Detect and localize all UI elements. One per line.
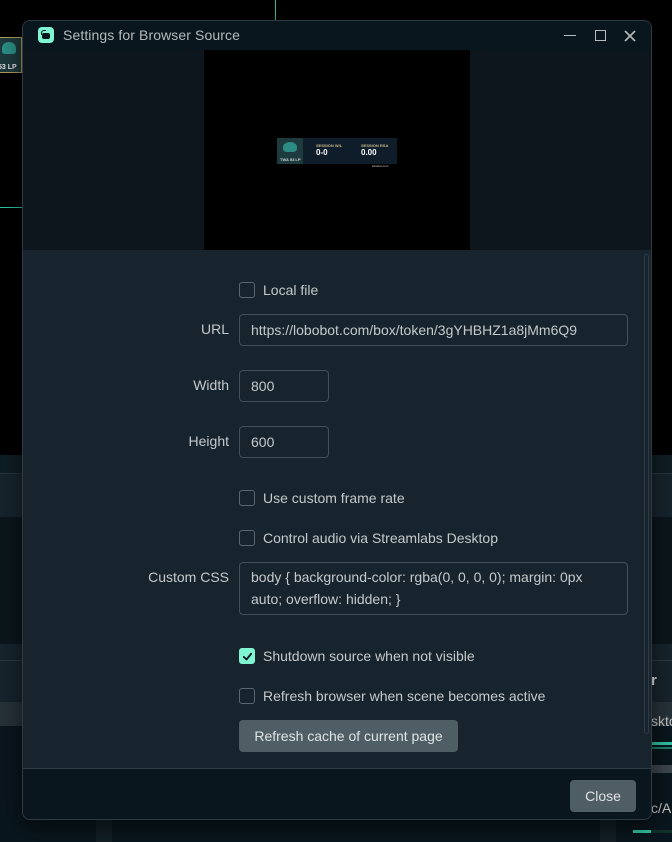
settings-form: Local file URL https://lobobot.com/box/t… <box>23 250 651 768</box>
background-mixer-item: c/Au <box>651 800 672 816</box>
close-window-button[interactable] <box>615 21 645 50</box>
background-column <box>96 820 112 842</box>
shutdown-source-checkbox[interactable] <box>239 648 255 664</box>
url-input[interactable]: https://lobobot.com/box/token/3gYHBHZ1a8… <box>239 314 628 346</box>
rank-badge-text: 53 LP <box>0 64 17 71</box>
preview-canvas: TWA 53 LP SESSION W/L 0-0 SESSION RSA 0.… <box>204 50 470 250</box>
local-file-row: Local file <box>239 282 318 298</box>
width-input[interactable]: 800 <box>239 370 329 402</box>
custom-css-textarea[interactable]: body { background-color: rgba(0, 0, 0, 0… <box>239 562 628 615</box>
widget-wl-value: 0-0 <box>316 148 328 157</box>
custom-frame-rate-checkbox[interactable] <box>239 490 255 506</box>
url-label: URL <box>200 321 229 337</box>
background-rank-badge: 53 LP <box>0 37 22 73</box>
minimize-icon <box>564 34 576 37</box>
background-audio-meter <box>633 830 651 833</box>
height-input[interactable]: 600 <box>239 426 329 458</box>
background-audio-meter <box>651 830 672 833</box>
minimize-button[interactable] <box>555 21 585 50</box>
dialog-footer: Close <box>23 768 651 819</box>
control-audio-label[interactable]: Control audio via Streamlabs Desktop <box>263 530 498 546</box>
maximize-icon <box>594 30 606 41</box>
source-preview: TWA 53 LP SESSION W/L 0-0 SESSION RSA 0.… <box>23 50 651 250</box>
background-audio-meter <box>651 747 672 749</box>
widget-logo: TWA 53 LP <box>277 138 303 164</box>
refresh-cache-button[interactable]: Refresh cache of current page <box>239 720 458 752</box>
rank-emblem-icon <box>283 142 297 152</box>
local-file-checkbox[interactable] <box>239 282 255 298</box>
widget-footer: lobobot.com <box>372 164 389 168</box>
background-audio-meter <box>651 742 672 745</box>
background-guide-line-horizontal <box>0 207 22 208</box>
height-label: Height <box>188 433 229 449</box>
refresh-browser-checkbox[interactable] <box>239 688 255 704</box>
streamlabs-app-icon <box>38 27 54 43</box>
close-icon <box>624 29 636 42</box>
title-bar[interactable]: Settings for Browser Source <box>23 21 651 50</box>
custom-css-label: Custom CSS <box>148 569 229 585</box>
scrollbar[interactable] <box>644 254 649 734</box>
local-file-label[interactable]: Local file <box>263 282 318 298</box>
custom-frame-rate-label[interactable]: Use custom frame rate <box>263 490 405 506</box>
dialog-title: Settings for Browser Source <box>63 27 240 43</box>
background-volume-slider <box>651 765 672 773</box>
rank-emblem-icon <box>2 42 16 54</box>
refresh-browser-row: Refresh browser when scene becomes activ… <box>239 688 545 704</box>
maximize-button[interactable] <box>585 21 615 50</box>
control-audio-row: Control audio via Streamlabs Desktop <box>239 530 498 546</box>
shutdown-source-label[interactable]: Shutdown source when not visible <box>263 648 475 664</box>
browser-source-settings-dialog: Settings for Browser Source TWA 53 LP SE… <box>22 20 652 820</box>
width-label: Width <box>193 377 229 393</box>
widget-logo-text: TWA 53 LP <box>280 157 301 162</box>
close-button[interactable]: Close <box>570 780 636 812</box>
shutdown-source-row: Shutdown source when not visible <box>239 648 475 664</box>
refresh-browser-label[interactable]: Refresh browser when scene becomes activ… <box>263 688 545 704</box>
background-guide-line-vertical <box>275 0 276 20</box>
stats-widget: TWA 53 LP SESSION W/L 0-0 SESSION RSA 0.… <box>277 138 397 168</box>
checkmark-icon <box>242 652 252 660</box>
widget-lp-value: 0.00 <box>361 148 377 157</box>
background-column <box>600 820 616 842</box>
background-mixer-item: skto <box>651 713 672 729</box>
custom-frame-rate-row: Use custom frame rate <box>239 490 405 506</box>
control-audio-checkbox[interactable] <box>239 530 255 546</box>
